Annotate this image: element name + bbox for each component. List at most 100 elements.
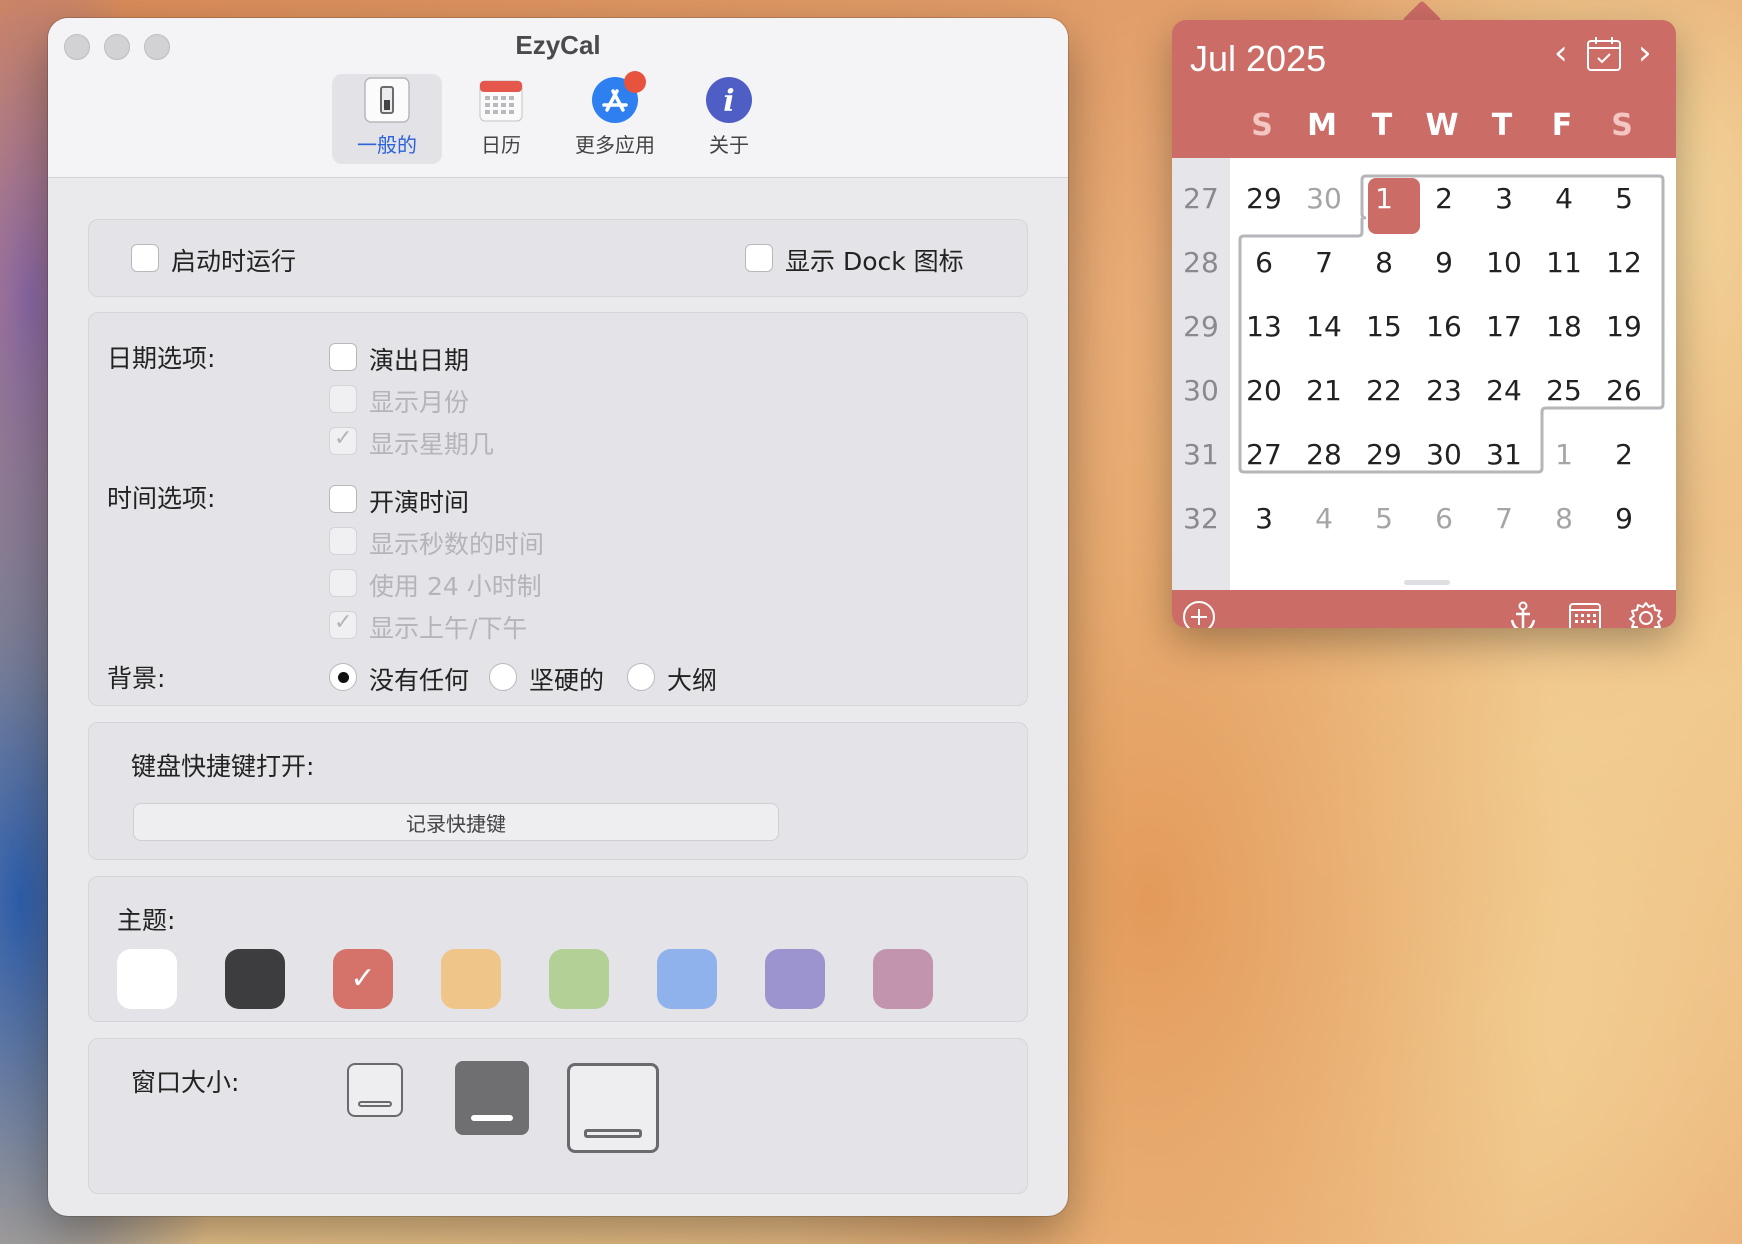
theme-swatch-green[interactable] bbox=[549, 949, 609, 1009]
resize-handle[interactable] bbox=[1404, 580, 1450, 585]
day-cell[interactable]: 21 bbox=[1294, 374, 1354, 407]
time-options-label: 时间选项: bbox=[107, 484, 216, 513]
small-size-bar bbox=[358, 1101, 392, 1107]
show-weekday-checkbox[interactable]: ✓ bbox=[329, 426, 357, 455]
theme-swatch-red[interactable]: ✓ bbox=[333, 949, 393, 1009]
show-am-pm-checkbox[interactable]: ✓ bbox=[329, 610, 357, 639]
day-cell[interactable]: 5 bbox=[1594, 182, 1654, 215]
show-time-checkbox[interactable] bbox=[329, 485, 357, 513]
background-solid-radio[interactable] bbox=[489, 663, 517, 691]
day-cell[interactable]: 22 bbox=[1354, 374, 1414, 407]
day-cell[interactable]: 24 bbox=[1474, 374, 1534, 407]
day-cell[interactable]: 6 bbox=[1414, 502, 1474, 535]
use-24-hour-checkbox[interactable] bbox=[329, 569, 357, 597]
calendar-header: Jul 2025 ‹ › S M T W T F S bbox=[1172, 20, 1676, 158]
show-time-label: 开演时间 bbox=[369, 488, 470, 517]
day-cell[interactable]: 4 bbox=[1294, 502, 1354, 535]
pin-button[interactable] bbox=[1506, 600, 1540, 628]
day-cell[interactable]: 3 bbox=[1474, 182, 1534, 215]
background-outline-label: 大纲 bbox=[667, 666, 718, 695]
day-cell[interactable]: 7 bbox=[1294, 246, 1354, 279]
day-cell[interactable]: 8 bbox=[1354, 246, 1414, 279]
window-size-small-option[interactable] bbox=[347, 1063, 403, 1117]
day-cell[interactable]: 29 bbox=[1354, 438, 1414, 471]
day-cell[interactable]: 2 bbox=[1414, 182, 1474, 215]
next-month-button[interactable]: › bbox=[1638, 36, 1652, 70]
background-none-label: 没有任何 bbox=[369, 666, 470, 695]
day-cell[interactable]: 11 bbox=[1534, 246, 1594, 279]
check-icon: ✓ bbox=[334, 610, 353, 635]
theme-swatch-pink[interactable] bbox=[873, 949, 933, 1009]
day-cell[interactable]: 12 bbox=[1594, 246, 1654, 279]
day-cell[interactable]: 25 bbox=[1534, 374, 1594, 407]
show-date-label: 演出日期 bbox=[369, 346, 470, 375]
show-dock-icon-checkbox[interactable] bbox=[745, 244, 773, 272]
day-cell[interactable]: 30 bbox=[1414, 438, 1474, 471]
add-event-button[interactable] bbox=[1182, 600, 1216, 628]
launch-at-login-checkbox[interactable] bbox=[131, 244, 159, 272]
day-cell[interactable]: 6 bbox=[1234, 246, 1294, 279]
theme-swatch-purple[interactable] bbox=[765, 949, 825, 1009]
day-cell[interactable]: 10 bbox=[1474, 246, 1534, 279]
day-cell[interactable]: 16 bbox=[1414, 310, 1474, 343]
day-cell[interactable]: 1 bbox=[1534, 438, 1594, 471]
week-number: 30 bbox=[1183, 374, 1219, 407]
theme-swatch-blue[interactable] bbox=[657, 949, 717, 1009]
show-seconds-checkbox[interactable] bbox=[329, 527, 357, 555]
day-cell[interactable]: 9 bbox=[1414, 246, 1474, 279]
day-cell[interactable]: 2 bbox=[1594, 438, 1654, 471]
weekday-header: S M T W T F S bbox=[1232, 108, 1676, 143]
background-solid-label: 坚硬的 bbox=[529, 666, 605, 695]
background-none-radio[interactable] bbox=[329, 663, 357, 691]
window-size-large-option[interactable] bbox=[567, 1063, 659, 1153]
previous-month-button[interactable]: ‹ bbox=[1554, 36, 1568, 70]
day-cell[interactable]: 19 bbox=[1594, 310, 1654, 343]
record-shortcut-button[interactable]: 记录快捷键 bbox=[133, 803, 779, 841]
calendar-grid: 27 28 29 30 31 32 29 30 1 2 3 4 5 6 7 8 … bbox=[1172, 158, 1676, 590]
theme-panel: 主题: ✓ bbox=[88, 876, 1028, 1022]
day-cell[interactable]: 30 bbox=[1294, 182, 1354, 215]
background-outline-radio[interactable] bbox=[627, 663, 655, 691]
theme-swatch-dark[interactable] bbox=[225, 949, 285, 1009]
show-am-pm-label: 显示上午/下午 bbox=[369, 614, 528, 643]
weekday-label: F bbox=[1551, 108, 1573, 143]
day-cell[interactable]: 14 bbox=[1294, 310, 1354, 343]
today-button[interactable] bbox=[1586, 36, 1622, 78]
settings-button[interactable] bbox=[1628, 600, 1664, 628]
tab-more-apps[interactable]: 更多应用 bbox=[560, 71, 670, 164]
window-size-medium-option[interactable] bbox=[455, 1061, 529, 1135]
open-calendar-button[interactable] bbox=[1568, 600, 1602, 628]
day-cell[interactable]: 17 bbox=[1474, 310, 1534, 343]
day-cell[interactable]: 7 bbox=[1474, 502, 1534, 535]
day-cell[interactable]: 28 bbox=[1294, 438, 1354, 471]
theme-swatch-white[interactable] bbox=[117, 949, 177, 1009]
day-cell[interactable]: 27 bbox=[1234, 438, 1294, 471]
day-cell[interactable]: 26 bbox=[1594, 374, 1654, 407]
day-cell[interactable]: 4 bbox=[1534, 182, 1594, 215]
info-icon: i bbox=[704, 75, 754, 125]
day-cell[interactable]: 31 bbox=[1474, 438, 1534, 471]
tab-calendar[interactable]: 日历 bbox=[446, 74, 556, 164]
tab-about[interactable]: i 关于 bbox=[674, 74, 784, 164]
tab-general[interactable]: 一般的 bbox=[332, 74, 442, 164]
day-cell[interactable]: 5 bbox=[1354, 502, 1414, 535]
launch-at-login-label: 启动时运行 bbox=[171, 247, 297, 276]
day-cell[interactable]: 3 bbox=[1234, 502, 1294, 535]
day-cell[interactable]: 29 bbox=[1234, 182, 1294, 215]
theme-label: 主题: bbox=[117, 906, 176, 935]
week-number: 32 bbox=[1183, 502, 1219, 535]
day-cell[interactable]: 9 bbox=[1594, 502, 1654, 535]
day-cell-today[interactable]: 1 bbox=[1354, 182, 1414, 215]
week-number: 29 bbox=[1183, 310, 1219, 343]
show-date-checkbox[interactable] bbox=[329, 343, 357, 371]
toolbar: 一般的 日历 更多应用 i 关于 bbox=[332, 71, 784, 164]
day-cell[interactable]: 15 bbox=[1354, 310, 1414, 343]
day-cell[interactable]: 23 bbox=[1414, 374, 1474, 407]
day-cell[interactable]: 8 bbox=[1534, 502, 1594, 535]
show-month-checkbox[interactable] bbox=[329, 385, 357, 413]
theme-swatch-orange[interactable] bbox=[441, 949, 501, 1009]
day-cell[interactable]: 18 bbox=[1534, 310, 1594, 343]
day-cell[interactable]: 20 bbox=[1234, 374, 1294, 407]
day-cell[interactable]: 13 bbox=[1234, 310, 1294, 343]
tab-calendar-label: 日历 bbox=[481, 133, 521, 157]
